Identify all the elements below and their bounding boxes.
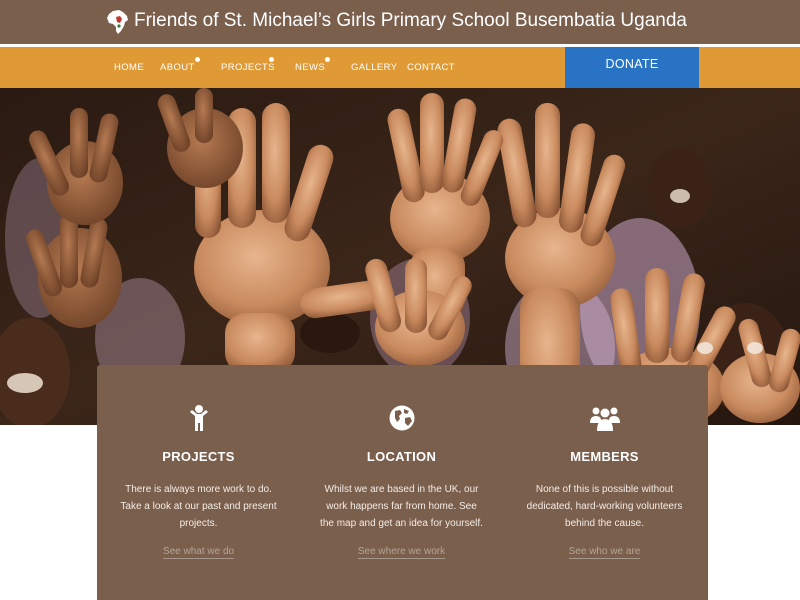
nav-item-contact[interactable]: CONTACT bbox=[407, 62, 455, 73]
donate-button[interactable]: DONATE bbox=[565, 47, 699, 88]
nav-item-label: PROJECTS bbox=[221, 62, 275, 73]
submenu-indicator-icon bbox=[325, 57, 330, 62]
feature-title: PROJECTS bbox=[162, 449, 235, 464]
site-title[interactable]: Friends of St. Michael’s Girls Primary S… bbox=[134, 9, 687, 33]
feature-description: None of this is possible without dedicat… bbox=[526, 484, 683, 529]
nav-item-gallery[interactable]: GALLERY bbox=[351, 62, 397, 73]
group-icon bbox=[589, 407, 620, 431]
nav-item-label: NEWS bbox=[295, 62, 326, 73]
nav-item-home[interactable]: HOME bbox=[114, 62, 144, 73]
submenu-indicator-icon bbox=[195, 57, 200, 62]
feature-link-row: See what we do bbox=[97, 546, 300, 559]
features-panel: PROJECTS There is always more work to do… bbox=[97, 365, 708, 600]
feature-location: LOCATION Whilst we are based in the UK, … bbox=[300, 365, 503, 600]
site-header: Friends of St. Michael’s Girls Primary S… bbox=[0, 0, 800, 46]
africa-map-logo-icon[interactable] bbox=[106, 9, 130, 35]
feature-link-row: See where we work bbox=[300, 546, 503, 559]
nav-item-projects[interactable]: PROJECTS bbox=[221, 57, 275, 73]
nav-item-label: ABOUT bbox=[160, 62, 195, 73]
feature-link-row: See who we are bbox=[503, 546, 706, 559]
child-icon bbox=[189, 405, 208, 431]
nav-item-about[interactable]: ABOUT bbox=[160, 57, 200, 73]
submenu-indicator-icon bbox=[269, 57, 274, 62]
feature-description: There is always more work to do. Take a … bbox=[120, 484, 277, 529]
see-where-we-work-link[interactable]: See where we work bbox=[357, 546, 446, 559]
see-who-we-are-link[interactable]: See who we are bbox=[568, 546, 641, 559]
feature-description: Whilst we are based in the UK, our work … bbox=[320, 484, 483, 529]
feature-projects: PROJECTS There is always more work to do… bbox=[97, 365, 300, 600]
see-what-we-do-link[interactable]: See what we do bbox=[162, 546, 235, 559]
feature-title: LOCATION bbox=[366, 449, 437, 464]
feature-title: MEMBERS bbox=[570, 449, 639, 464]
nav-item-news[interactable]: NEWS bbox=[295, 57, 330, 73]
globe-icon bbox=[389, 405, 414, 431]
feature-members: MEMBERS None of this is possible without… bbox=[503, 365, 706, 600]
